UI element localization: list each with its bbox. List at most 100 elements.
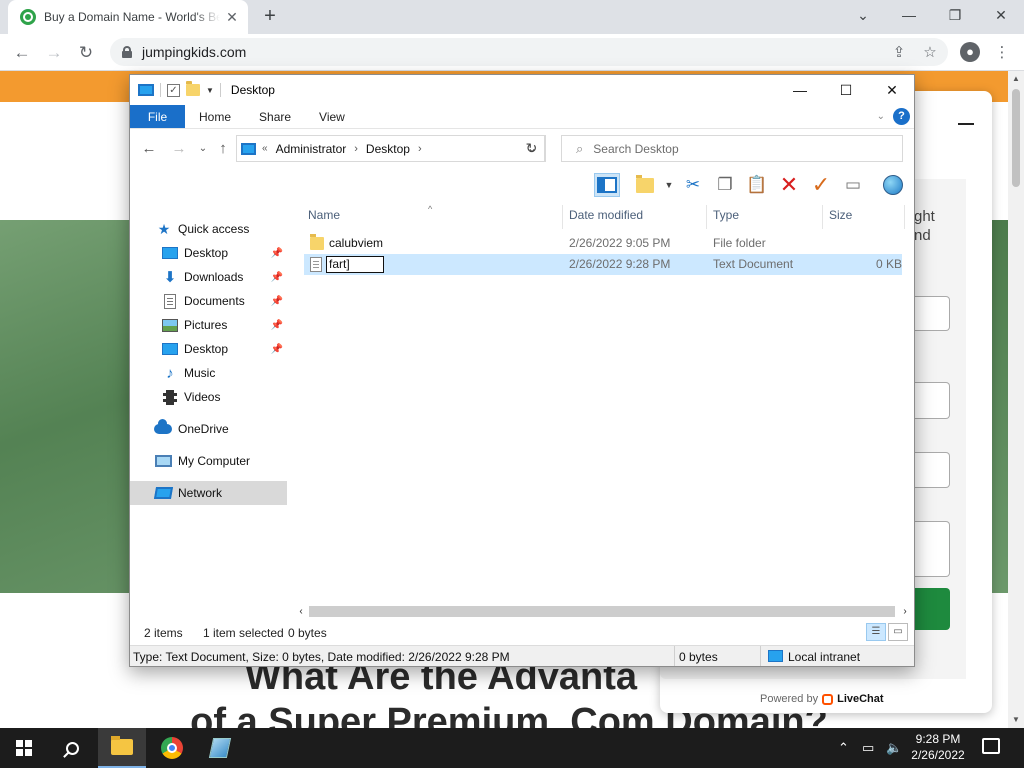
nav-my-computer[interactable]: My Computer xyxy=(130,449,287,473)
new-folder-button[interactable] xyxy=(632,173,658,197)
tab-close-icon[interactable]: ✕ xyxy=(224,9,240,25)
customize-toolbar-chevron-icon[interactable]: ▼ xyxy=(206,86,214,95)
chat-message-textarea[interactable] xyxy=(910,521,950,577)
nav-quick-access[interactable]: ★ Quick access xyxy=(130,217,287,241)
address-overflow[interactable]: « xyxy=(262,143,268,154)
tab-view[interactable]: View xyxy=(305,105,359,128)
page-scroll-thumb[interactable] xyxy=(1012,89,1020,187)
pin-icon[interactable]: 📌 xyxy=(271,248,283,259)
crumb-desktop[interactable]: Desktop xyxy=(366,142,410,156)
scroll-up-arrow-icon[interactable]: ▲ xyxy=(1008,71,1024,87)
up-folder-icon[interactable]: ↑ xyxy=(214,140,232,158)
cut-icon[interactable]: ✂ xyxy=(680,173,706,197)
nav-item-desktop-2[interactable]: Desktop 📌 xyxy=(130,337,287,361)
explorer-search-box[interactable]: ⌕ Search Desktop xyxy=(561,135,903,162)
livechat-brand[interactable]: LiveChat xyxy=(837,693,883,705)
chat-submit-button[interactable] xyxy=(910,588,950,630)
show-hidden-icons-chevron-icon[interactable]: ⌃ xyxy=(838,728,849,768)
explorer-address-bar[interactable]: « Administrator › Desktop › ⌄ xyxy=(236,135,546,162)
browser-menu-icon[interactable]: ⋮ xyxy=(993,44,1011,62)
share-icon[interactable]: ⇪ xyxy=(890,44,908,62)
pin-icon[interactable]: 📌 xyxy=(271,296,283,307)
taskbar-chrome[interactable] xyxy=(148,728,196,768)
start-button[interactable] xyxy=(0,728,48,768)
pin-icon[interactable]: 📌 xyxy=(271,344,283,355)
chat-input-1[interactable] xyxy=(910,296,950,331)
chat-minimize-icon[interactable] xyxy=(958,123,974,125)
explorer-minimize-button[interactable]: — xyxy=(777,75,823,105)
new-folder-icon[interactable] xyxy=(186,81,200,96)
bookmark-star-icon[interactable]: ☆ xyxy=(921,44,939,62)
nav-network[interactable]: Network xyxy=(130,481,287,505)
page-scrollbar[interactable]: ▲ ▼ xyxy=(1008,71,1024,728)
address-bar[interactable]: jumpingkids.com xyxy=(110,38,948,66)
table-row-selected[interactable]: fart] 2/26/2022 9:28 PM Text Document 0 … xyxy=(304,254,902,275)
horizontal-scroll-thumb[interactable] xyxy=(309,606,895,617)
crumb-separator-icon[interactable]: › xyxy=(354,143,358,155)
taskbar-search-button[interactable] xyxy=(48,728,96,768)
taskbar-file-explorer[interactable] xyxy=(98,728,146,768)
rename-icon[interactable]: ▭ xyxy=(840,173,866,197)
reload-icon[interactable]: ↻ xyxy=(73,40,99,66)
back-icon[interactable]: ← xyxy=(140,140,158,158)
crumb-separator-icon[interactable]: › xyxy=(418,143,422,155)
forward-icon[interactable]: → xyxy=(170,140,188,158)
tab-share[interactable]: Share xyxy=(245,105,305,128)
back-arrow-icon[interactable]: ← xyxy=(9,40,35,66)
globe-icon[interactable] xyxy=(880,173,906,197)
properties-check-icon[interactable]: ✓ xyxy=(167,83,180,97)
recent-locations-chevron-icon[interactable]: ⌄ xyxy=(194,140,212,158)
taskbar-notepad[interactable] xyxy=(196,728,244,768)
address-url[interactable]: jumpingkids.com xyxy=(142,44,246,60)
restore-browser-button[interactable]: ❐ xyxy=(932,0,978,30)
taskbar-clock[interactable]: 9:28 PM 2/26/2022 xyxy=(900,731,976,763)
chat-input-3[interactable] xyxy=(910,452,950,488)
table-row[interactable]: calubviem 2/26/2022 9:05 PM File folder xyxy=(304,233,902,254)
close-browser-button[interactable]: ✕ xyxy=(978,0,1024,30)
profile-avatar-icon[interactable]: ● xyxy=(960,42,980,62)
network-tray-icon[interactable]: ▭ xyxy=(862,728,874,768)
explorer-title-bar[interactable]: ✓ ▼ Desktop — ☐ ✕ xyxy=(130,75,914,105)
refresh-icon[interactable]: ↻ xyxy=(519,135,545,162)
expand-ribbon-chevron-icon[interactable]: ⌄ xyxy=(877,111,885,122)
minimize-browser-button[interactable]: — xyxy=(886,0,932,30)
nav-item-music[interactable]: ♪ Music xyxy=(130,361,287,385)
nav-item-pictures[interactable]: Pictures 📌 xyxy=(130,313,287,337)
help-icon[interactable]: ? xyxy=(893,108,910,125)
nav-item-videos[interactable]: Videos xyxy=(130,385,287,409)
notification-center-icon[interactable] xyxy=(982,738,1000,754)
browser-tab[interactable]: Buy a Domain Name - World's Best Domains… xyxy=(8,0,248,34)
scroll-left-arrow-icon[interactable]: ‹ xyxy=(293,603,309,620)
forward-arrow-icon[interactable]: → xyxy=(41,40,67,66)
scroll-down-arrow-icon[interactable]: ▼ xyxy=(1008,712,1024,728)
crumb-administrator[interactable]: Administrator xyxy=(276,142,347,156)
properties-check-icon[interactable]: ✓ xyxy=(808,172,834,197)
delete-icon[interactable]: ✕ xyxy=(776,172,802,197)
large-icons-view-icon[interactable]: ▭ xyxy=(888,623,908,641)
preview-pane-button[interactable] xyxy=(594,173,620,197)
explorer-maximize-button[interactable]: ☐ xyxy=(823,75,869,105)
paste-icon[interactable]: 📋 xyxy=(744,173,770,197)
column-header-type[interactable]: Type xyxy=(707,205,823,229)
nav-onedrive[interactable]: OneDrive xyxy=(130,417,287,441)
horizontal-scrollbar[interactable]: ‹ › xyxy=(293,603,914,620)
column-header-size[interactable]: Size xyxy=(823,205,905,229)
rename-input[interactable]: fart] xyxy=(326,256,384,273)
nav-item-desktop[interactable]: Desktop 📌 xyxy=(130,241,287,265)
new-tab-button[interactable]: + xyxy=(258,5,282,29)
chat-input-2[interactable] xyxy=(910,382,950,419)
pin-icon[interactable]: 📌 xyxy=(271,320,283,331)
scroll-right-arrow-icon[interactable]: › xyxy=(897,603,913,620)
tab-file[interactable]: File xyxy=(130,105,185,128)
explorer-close-button[interactable]: ✕ xyxy=(869,75,914,105)
column-header-date[interactable]: Date modified xyxy=(563,205,707,229)
search-placeholder[interactable]: Search Desktop xyxy=(593,142,678,156)
copy-icon[interactable]: ❐ xyxy=(712,173,738,197)
column-header-name[interactable]: Name ^ xyxy=(302,204,563,229)
nav-item-documents[interactable]: Documents 📌 xyxy=(130,289,287,313)
new-folder-dropdown-icon[interactable]: ▼ xyxy=(656,173,682,197)
tab-search-icon[interactable]: ⌄ xyxy=(840,0,886,30)
details-view-icon[interactable]: ☰ xyxy=(866,623,886,641)
lock-icon[interactable] xyxy=(122,46,132,58)
tab-home[interactable]: Home xyxy=(185,105,245,128)
